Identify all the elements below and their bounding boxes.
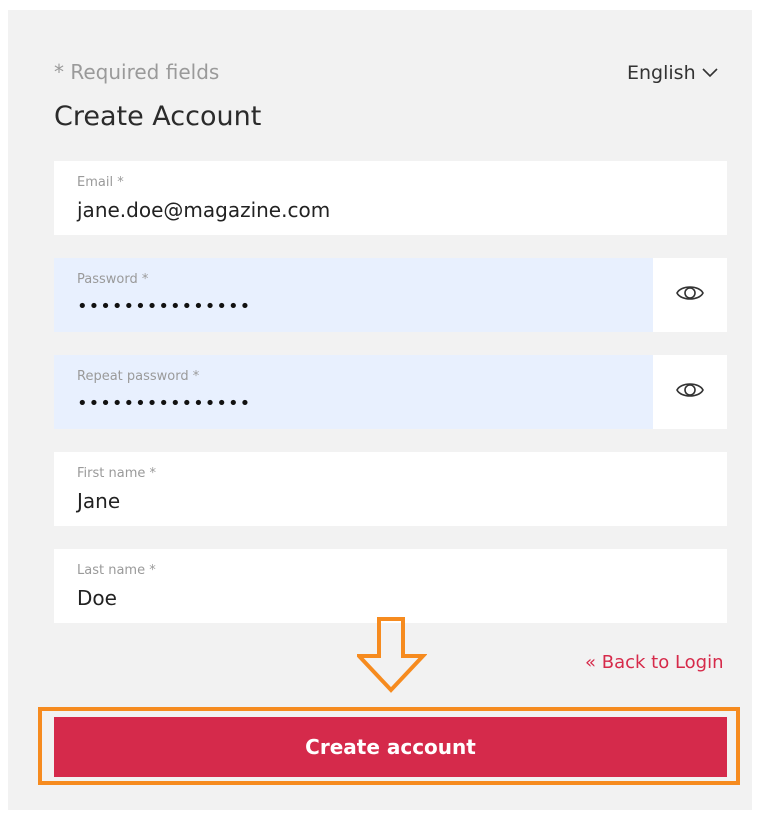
repeat-password-input[interactable]: ••••••••••••••• <box>77 393 251 414</box>
language-selector[interactable]: English <box>627 62 718 84</box>
chevron-down-icon <box>702 68 718 78</box>
show-password-button[interactable] <box>653 258 727 332</box>
show-repeat-password-button[interactable] <box>653 355 727 429</box>
last-name-input[interactable]: Doe <box>77 586 117 610</box>
password-label: Password * <box>77 272 149 287</box>
language-label: English <box>627 62 696 84</box>
back-to-login-link[interactable]: « Back to Login <box>585 652 724 673</box>
eye-icon <box>675 379 705 405</box>
password-field[interactable]: Password * ••••••••••••••• <box>54 258 727 332</box>
first-name-field[interactable]: First name * Jane <box>54 452 727 526</box>
first-name-label: First name * <box>77 466 156 481</box>
eye-icon <box>675 282 705 308</box>
create-account-label: Create account <box>305 735 476 759</box>
page-title: Create Account <box>54 101 262 132</box>
password-input[interactable]: ••••••••••••••• <box>77 296 251 317</box>
repeat-password-field[interactable]: Repeat password * ••••••••••••••• <box>54 355 727 429</box>
arrow-down-icon <box>354 616 428 698</box>
email-label: Email * <box>77 175 124 190</box>
last-name-field[interactable]: Last name * Doe <box>54 549 727 623</box>
email-field[interactable]: Email * jane.doe@magazine.com <box>54 161 727 235</box>
last-name-label: Last name * <box>77 563 156 578</box>
create-account-button[interactable]: Create account <box>54 717 727 777</box>
required-fields-note: * Required fields <box>54 60 220 84</box>
repeat-password-label: Repeat password * <box>77 369 200 384</box>
first-name-input[interactable]: Jane <box>77 489 120 513</box>
email-input[interactable]: jane.doe@magazine.com <box>77 198 330 222</box>
